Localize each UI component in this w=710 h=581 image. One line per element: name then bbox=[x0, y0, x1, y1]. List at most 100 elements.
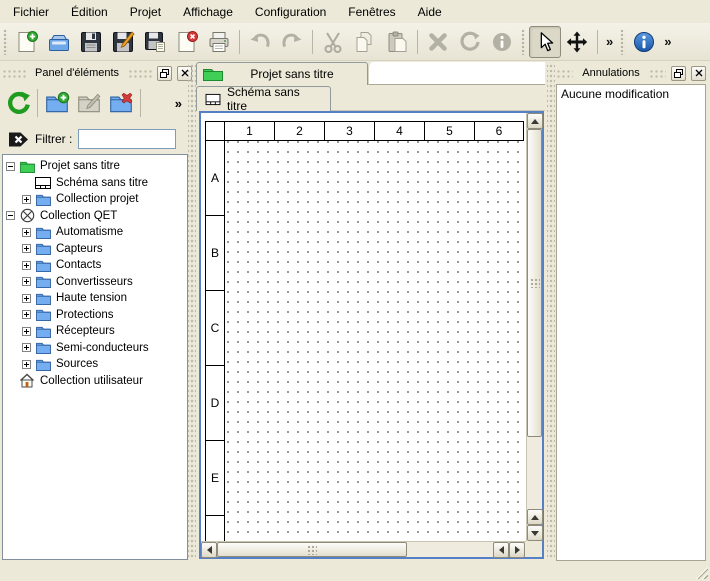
float-panel-button[interactable] bbox=[671, 66, 686, 81]
toolbar-drag-handle[interactable] bbox=[620, 29, 625, 55]
tree-item-schema[interactable]: Schéma sans titre bbox=[3, 175, 187, 192]
vscroll-up-button[interactable] bbox=[527, 113, 543, 129]
panel-toolbar-overflow-button[interactable]: » bbox=[175, 96, 182, 111]
menu-affichage[interactable]: Affichage bbox=[172, 2, 244, 22]
tree-item-protections[interactable]: Protections bbox=[3, 307, 187, 324]
delete-category-button[interactable] bbox=[105, 87, 137, 119]
toolbar-drag-handle[interactable] bbox=[521, 29, 526, 55]
collapse-expander-icon[interactable] bbox=[6, 162, 15, 171]
vertical-scrollbar[interactable] bbox=[526, 113, 542, 541]
schema-view[interactable]: 1 2 3 4 5 6 A B C D E bbox=[199, 111, 544, 559]
menu-edition[interactable]: Édition bbox=[60, 2, 119, 22]
qet-collection-icon bbox=[19, 208, 35, 223]
tree-item-sources[interactable]: Sources bbox=[3, 356, 187, 373]
project-tab-label: Projet sans titre bbox=[223, 67, 361, 81]
hscroll-thumb[interactable] bbox=[217, 542, 407, 557]
save-as-button[interactable] bbox=[107, 26, 139, 58]
tree-item-collection-utilisateur[interactable]: Collection utilisateur bbox=[3, 373, 187, 390]
folder-delete-icon bbox=[108, 90, 134, 116]
close-file-button[interactable] bbox=[171, 26, 203, 58]
filter-input[interactable] bbox=[78, 129, 176, 149]
delete-button[interactable] bbox=[422, 26, 454, 58]
float-panel-button[interactable] bbox=[157, 66, 172, 81]
menu-fichier[interactable]: Fichier bbox=[2, 2, 60, 22]
undo-history-list[interactable]: Aucune modification bbox=[556, 84, 706, 561]
rotate-button[interactable] bbox=[454, 26, 486, 58]
undo-button[interactable] bbox=[244, 26, 276, 58]
vscroll-thumb[interactable] bbox=[527, 129, 542, 437]
tree-item-capteurs[interactable]: Capteurs bbox=[3, 241, 187, 258]
about-button[interactable] bbox=[628, 26, 660, 58]
dock-texture bbox=[128, 69, 152, 78]
tree-item-collection-qet[interactable]: Collection QET bbox=[3, 208, 187, 225]
redo-button[interactable] bbox=[276, 26, 308, 58]
expand-expander-icon[interactable] bbox=[22, 294, 31, 303]
schema-canvas[interactable]: 1 2 3 4 5 6 A B C D E bbox=[201, 113, 526, 541]
edit-category-button[interactable] bbox=[73, 87, 105, 119]
print-button[interactable] bbox=[203, 26, 235, 58]
hscroll-left-button[interactable] bbox=[201, 542, 217, 558]
clear-filter-icon[interactable] bbox=[8, 131, 29, 148]
resize-grip[interactable] bbox=[695, 566, 708, 579]
toolbar-separator bbox=[417, 30, 418, 54]
expand-expander-icon[interactable] bbox=[22, 327, 31, 336]
tree-item-convertisseurs[interactable]: Convertisseurs bbox=[3, 274, 187, 291]
tree-item-collection-projet[interactable]: Collection projet bbox=[3, 191, 187, 208]
filter-row: Filtrer : bbox=[2, 126, 192, 152]
expand-expander-icon[interactable] bbox=[22, 343, 31, 352]
frame-column-header: 1 bbox=[224, 121, 275, 141]
expand-expander-icon[interactable] bbox=[22, 360, 31, 369]
element-info-button[interactable] bbox=[486, 26, 518, 58]
toolbar-separator bbox=[140, 89, 141, 117]
selection-mode-button[interactable] bbox=[529, 26, 561, 58]
save-button[interactable] bbox=[75, 26, 107, 58]
hscroll-left-button-2[interactable] bbox=[493, 542, 509, 558]
tree-item-automatisme[interactable]: Automatisme bbox=[3, 224, 187, 241]
vscroll-down-button[interactable] bbox=[527, 525, 543, 541]
tree-item-haute-tension[interactable]: Haute tension bbox=[3, 290, 187, 307]
reload-collections-button[interactable] bbox=[2, 87, 34, 119]
expand-expander-icon[interactable] bbox=[22, 244, 31, 253]
right-splitter-handle[interactable] bbox=[547, 62, 555, 560]
save-all-button[interactable] bbox=[139, 26, 171, 58]
close-document-icon bbox=[175, 30, 199, 54]
schema-tab-label: Schéma sans titre bbox=[227, 85, 322, 113]
menu-projet[interactable]: Projet bbox=[119, 2, 172, 22]
frame-column-header: 6 bbox=[474, 121, 524, 141]
horizontal-scrollbar[interactable] bbox=[201, 541, 526, 557]
expand-expander-icon[interactable] bbox=[22, 261, 31, 270]
toolbar-overflow-button[interactable]: » bbox=[602, 34, 617, 49]
tree-item-semi-conducteurs[interactable]: Semi-conducteurs bbox=[3, 340, 187, 357]
new-category-button[interactable] bbox=[41, 87, 73, 119]
expand-expander-icon[interactable] bbox=[22, 277, 31, 286]
menu-configuration[interactable]: Configuration bbox=[244, 2, 337, 22]
menu-fenetres[interactable]: Fenêtres bbox=[337, 2, 406, 22]
expand-expander-icon[interactable] bbox=[22, 310, 31, 319]
left-splitter-handle[interactable] bbox=[188, 62, 196, 560]
tree-item-project[interactable]: Projet sans titre bbox=[3, 158, 187, 175]
schema-tab[interactable]: Schéma sans titre bbox=[196, 86, 331, 111]
undo-list-item[interactable]: Aucune modification bbox=[557, 85, 705, 103]
vscroll-up-button-2[interactable] bbox=[527, 509, 543, 525]
project-tab[interactable]: Projet sans titre bbox=[196, 62, 368, 85]
open-project-button[interactable] bbox=[43, 26, 75, 58]
menu-aide[interactable]: Aide bbox=[407, 2, 453, 22]
new-project-button[interactable] bbox=[11, 26, 43, 58]
tree-item-recepteurs[interactable]: Récepteurs bbox=[3, 323, 187, 340]
cut-button[interactable] bbox=[317, 26, 349, 58]
arrow-left-icon bbox=[499, 546, 504, 554]
expand-expander-icon[interactable] bbox=[22, 228, 31, 237]
collapse-expander-icon[interactable] bbox=[6, 211, 15, 220]
toolbar-overflow-button[interactable]: » bbox=[660, 34, 675, 49]
pan-mode-button[interactable] bbox=[561, 26, 593, 58]
tree-item-contacts[interactable]: Contacts bbox=[3, 257, 187, 274]
toolbar-drag-handle[interactable] bbox=[3, 29, 8, 55]
info-gray-icon bbox=[490, 30, 514, 54]
close-panel-button[interactable] bbox=[691, 66, 706, 81]
cursor-arrow-icon bbox=[534, 31, 556, 53]
frame-column-header: 4 bbox=[374, 121, 425, 141]
paste-button[interactable] bbox=[381, 26, 413, 58]
expand-expander-icon[interactable] bbox=[22, 195, 31, 204]
hscroll-right-button[interactable] bbox=[509, 542, 525, 558]
copy-button[interactable] bbox=[349, 26, 381, 58]
